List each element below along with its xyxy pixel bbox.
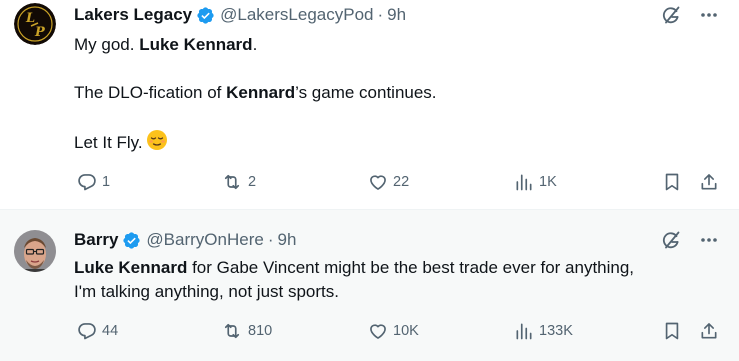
- reply-count: 44: [102, 323, 119, 339]
- bold-mention: Kennard: [226, 83, 296, 102]
- reply-icon: [78, 323, 96, 340]
- retweet-button[interactable]: 2: [221, 172, 256, 192]
- display-name[interactable]: Lakers Legacy: [74, 5, 192, 25]
- views-chart-icon: [516, 174, 532, 191]
- profile-photo: [14, 230, 56, 272]
- reply-button[interactable]: 1: [77, 172, 110, 192]
- bookmark-button[interactable]: [662, 172, 682, 192]
- tweet-top-actions: [661, 5, 719, 25]
- separator-dot: ·: [377, 5, 384, 24]
- like-count: 22: [393, 174, 410, 190]
- views-chart-icon: [516, 323, 532, 340]
- retweet-icon: [224, 323, 240, 339]
- tweet-line: I'm talking anything, not just sports.: [74, 282, 339, 301]
- separator-dot: ·: [267, 230, 274, 249]
- bookmark-button[interactable]: [662, 321, 682, 341]
- like-count: 10K: [393, 323, 419, 339]
- share-icon: [701, 323, 717, 339]
- view-count: 1K: [539, 174, 557, 190]
- bold-mention: Luke Kennard: [139, 35, 253, 54]
- tweet-text: My god. Luke Kennard. The DLO-fication o…: [74, 33, 724, 158]
- like-button[interactable]: 10K: [368, 321, 419, 341]
- heart-icon: [370, 324, 386, 339]
- retweet-icon: [224, 174, 240, 190]
- tweet-header: Barry @BarryOnHere · 9h: [74, 229, 296, 251]
- verified-badge-icon[interactable]: [196, 6, 215, 25]
- timestamp[interactable]: 9h: [278, 230, 297, 250]
- more-options-icon[interactable]: [699, 5, 719, 25]
- share-button[interactable]: [699, 321, 719, 341]
- tweet-header: Lakers Legacy @LakersLegacyPod · 9h: [74, 4, 406, 26]
- lakers-legacy-logo: L P: [14, 3, 56, 45]
- views-button[interactable]: 1K: [514, 172, 557, 192]
- bookmark-icon: [665, 173, 679, 191]
- tweet-paragraph: Let It Fly.: [74, 129, 724, 158]
- grok-icon[interactable]: [661, 5, 681, 25]
- retweet-button[interactable]: 810: [221, 321, 272, 341]
- like-button[interactable]: 22: [368, 172, 409, 192]
- timestamp[interactable]: 9h: [387, 5, 406, 25]
- more-options-icon[interactable]: [699, 230, 719, 250]
- view-count: 133K: [539, 323, 573, 339]
- author-handle[interactable]: @BarryOnHere: [146, 230, 263, 250]
- tweet[interactable]: Barry @BarryOnHere · 9h Luke Kennard for…: [0, 210, 739, 361]
- tweet-text: Luke Kennard for Gabe Vincent might be t…: [74, 256, 724, 304]
- reply-button[interactable]: 44: [77, 321, 118, 341]
- tweet-top-actions: [661, 230, 719, 250]
- verified-badge-icon[interactable]: [122, 231, 141, 250]
- author-handle[interactable]: @LakersLegacyPod: [220, 5, 373, 25]
- svg-text:L: L: [25, 11, 35, 26]
- grok-icon[interactable]: [661, 230, 681, 250]
- heart-icon: [370, 175, 386, 190]
- tweet-paragraph: The DLO-fication of Kennard’s game conti…: [74, 83, 437, 102]
- reply-icon: [78, 174, 96, 191]
- avatar[interactable]: [14, 230, 56, 272]
- share-button[interactable]: [699, 172, 719, 192]
- display-name[interactable]: Barry: [74, 230, 118, 250]
- relieved-face-emoji-icon: [146, 129, 168, 158]
- views-button[interactable]: 133K: [514, 321, 573, 341]
- reply-count: 1: [102, 174, 111, 190]
- bookmark-icon: [665, 322, 679, 340]
- retweet-count: 2: [248, 174, 257, 190]
- tweet-paragraph: My god. Luke Kennard.: [74, 35, 258, 54]
- bold-mention: Luke Kennard: [74, 258, 188, 277]
- retweet-count: 810: [248, 323, 273, 339]
- svg-text:P: P: [34, 25, 46, 40]
- avatar[interactable]: L P: [14, 3, 56, 45]
- share-icon: [701, 174, 717, 190]
- tweet[interactable]: L P Lakers Legacy @LakersLegacyPod · 9h …: [0, 0, 739, 209]
- tweet-line: Luke Kennard for Gabe Vincent might be t…: [74, 258, 635, 277]
